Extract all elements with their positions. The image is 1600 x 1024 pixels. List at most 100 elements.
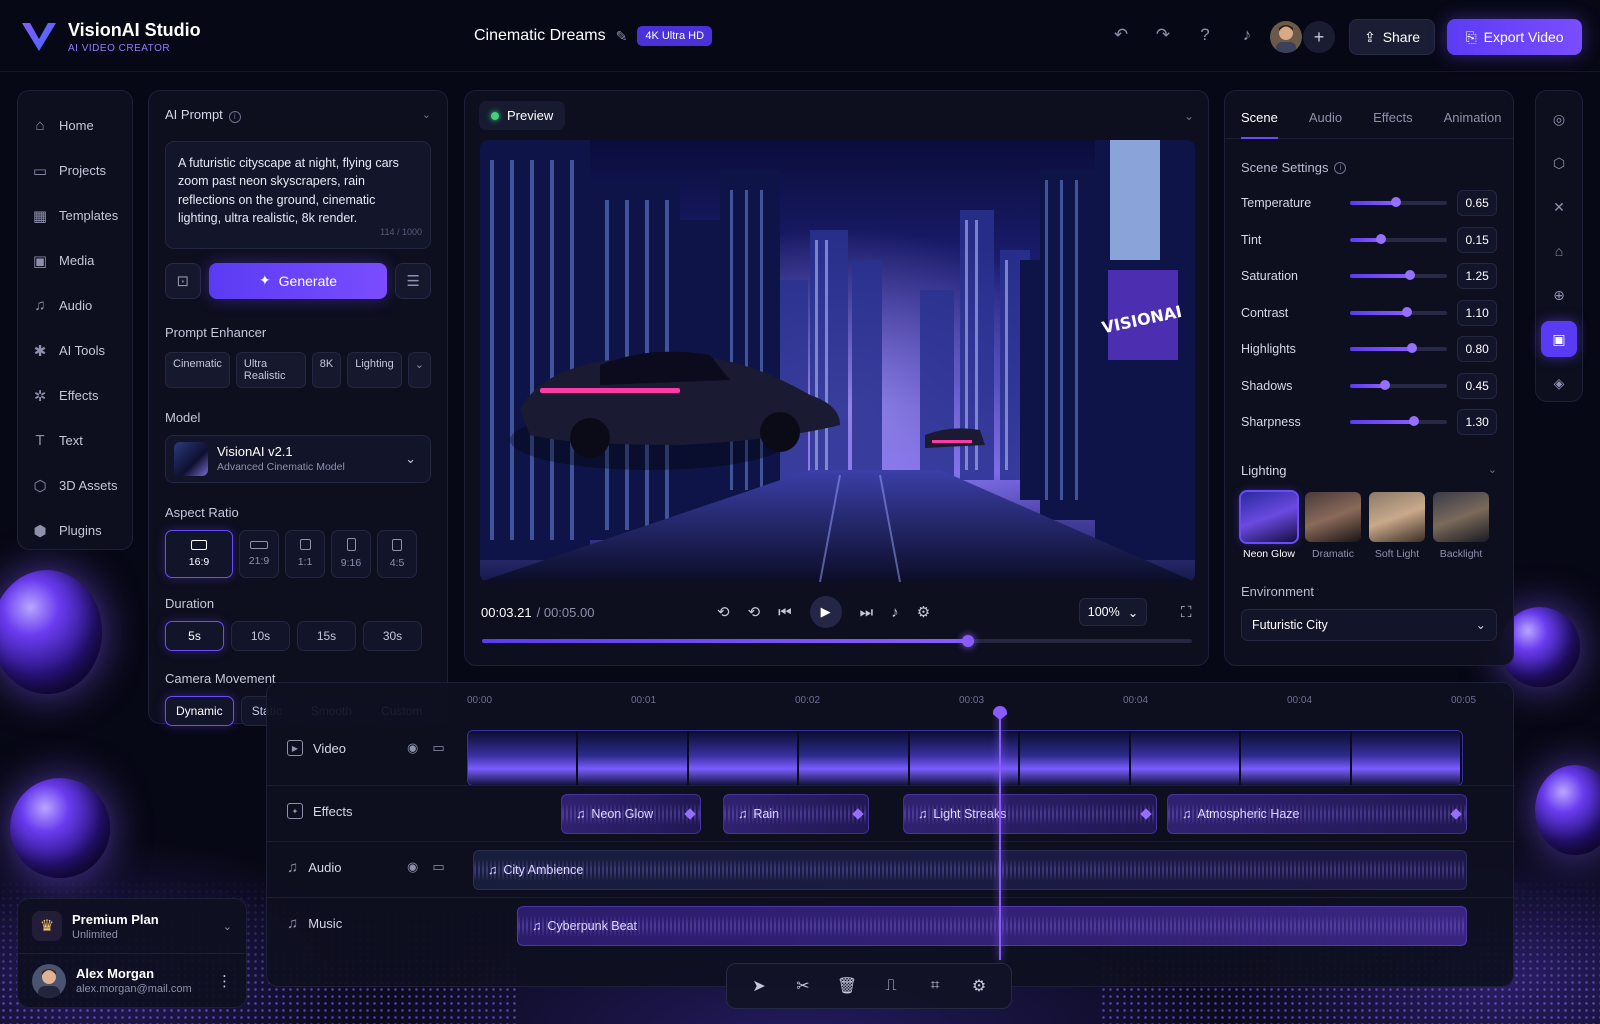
crop-icon[interactable]: ⌗ — [921, 977, 949, 995]
slider-handle[interactable] — [1402, 306, 1413, 317]
lighting-preset[interactable]: Backlight — [1433, 491, 1489, 560]
slider-handle[interactable] — [1376, 233, 1387, 244]
enhancer-chip[interactable]: Cinematic — [165, 351, 230, 388]
duration-option[interactable]: 15s — [297, 620, 356, 651]
video-clip[interactable] — [467, 730, 1463, 786]
transform-tool-icon[interactable]: ✕ — [1541, 189, 1577, 225]
lock-tool-icon[interactable]: ⌂ — [1541, 233, 1577, 269]
sidebar-item-projects[interactable]: ▭ Projects — [18, 148, 132, 193]
playback-progress[interactable] — [482, 635, 1192, 647]
play-button[interactable]: ▶ — [809, 596, 842, 628]
lock-icon[interactable]: ▭ — [432, 859, 444, 875]
music-clip[interactable]: ♫Cyberpunk Beat — [517, 906, 1467, 946]
select-cursor-icon[interactable]: ➤ — [745, 976, 773, 996]
camera-tool-icon[interactable]: ◎ — [1541, 101, 1577, 137]
chevron-down-icon[interactable]: ⌄ — [223, 920, 232, 933]
redo-icon[interactable]: ↷ — [1152, 24, 1174, 46]
bell-icon[interactable]: ♪ — [1236, 24, 1258, 46]
split-icon[interactable]: ⎍ — [877, 977, 905, 995]
duration-option[interactable]: 10s — [231, 620, 290, 651]
export-video-button[interactable]: ⎘ Export Video — [1447, 19, 1582, 55]
slider-track[interactable] — [1350, 379, 1448, 390]
scissors-icon[interactable]: ✂ — [789, 976, 817, 996]
lighting-preset[interactable]: Neon Glow — [1239, 489, 1299, 560]
effect-clip[interactable]: ♫Atmospheric Haze — [1167, 794, 1467, 834]
video-preview[interactable]: VISIONAI — [480, 140, 1195, 582]
shield-tool-icon[interactable]: ⬡ — [1541, 145, 1577, 181]
app-logo[interactable]: VisionAI Studio AI VIDEO CREATOR — [20, 20, 201, 54]
slider-value-input[interactable]: 0.80 — [1457, 336, 1497, 363]
slider-handle[interactable] — [1390, 197, 1401, 208]
sidebar-item-home[interactable]: ⌂ Home — [18, 103, 132, 148]
sidebar-item-plugins[interactable]: ⬢ Plugins — [18, 508, 132, 553]
collapse-chevron-icon[interactable]: ⌄ — [1184, 109, 1194, 123]
enhancer-chip[interactable]: 8K — [311, 351, 342, 388]
slider-value-input[interactable]: 1.10 — [1457, 299, 1497, 326]
share-button[interactable]: ⇪ Share — [1349, 19, 1435, 55]
chevron-down-icon[interactable]: ⌄ — [407, 351, 431, 388]
rewind-icon[interactable]: ⟲ — [748, 603, 761, 621]
model-select[interactable]: VisionAI v2.1 Advanced Cinematic Model ⌄ — [165, 434, 431, 483]
camera-option[interactable]: Dynamic — [165, 695, 234, 726]
sidebar-item-media[interactable]: ▣ Media — [18, 238, 132, 283]
aspect-ratio-option[interactable]: 4:5 — [377, 529, 417, 578]
sidebar-item-ai-tools[interactable]: ✱ AI Tools — [18, 328, 132, 373]
tab-audio[interactable]: Audio — [1309, 110, 1342, 138]
edit-icon[interactable]: ✎ — [616, 28, 628, 45]
aspect-ratio-option[interactable]: 16:9 — [165, 529, 233, 578]
enhancer-chip[interactable]: Ultra Realistic — [235, 351, 306, 388]
audio-clip[interactable]: ♫City Ambience — [473, 850, 1467, 890]
effect-clip[interactable]: ♫Neon Glow — [561, 794, 701, 834]
target-tool-icon[interactable]: ⊕ — [1541, 277, 1577, 313]
timeline-ruler[interactable]: 00:00 00:01 00:02 00:03 00:04 00:04 00:05 — [467, 693, 1497, 713]
info-icon[interactable]: i — [1334, 161, 1347, 174]
prompt-textarea[interactable]: A futuristic cityscape at night, flying … — [165, 140, 431, 249]
enhancer-chip[interactable]: Lighting — [347, 351, 402, 388]
skip-forward-icon[interactable]: ⏭ — [860, 604, 874, 621]
slider-track[interactable] — [1350, 233, 1448, 244]
slider-value-input[interactable]: 0.15 — [1457, 226, 1497, 253]
duration-option[interactable]: 5s — [165, 620, 224, 651]
lock-icon[interactable]: ▭ — [432, 740, 444, 756]
plan-row[interactable]: ♛ Premium Plan Unlimited ⌄ — [18, 899, 246, 953]
zoom-select[interactable]: 100% ⌄ — [1079, 598, 1147, 626]
progress-handle[interactable] — [962, 635, 975, 647]
slider-value-input[interactable]: 1.25 — [1457, 263, 1497, 290]
tab-effects[interactable]: Effects — [1373, 110, 1413, 138]
lighting-preset[interactable]: Dramatic — [1305, 491, 1361, 560]
slider-value-input[interactable]: 0.45 — [1457, 372, 1497, 399]
trash-icon[interactable]: 🗑 — [833, 976, 861, 996]
slider-track[interactable] — [1350, 343, 1448, 354]
playhead[interactable] — [999, 710, 1001, 960]
scene-tool-icon[interactable]: ▣ — [1541, 321, 1577, 357]
image-upload-button[interactable]: ⊡ — [165, 262, 201, 299]
slider-handle[interactable] — [1409, 416, 1420, 427]
slider-track[interactable] — [1350, 197, 1448, 208]
volume-icon[interactable]: ♪ — [891, 604, 899, 621]
info-icon[interactable]: i — [228, 110, 241, 123]
eye-icon[interactable]: ◉ — [407, 740, 418, 756]
tab-animation[interactable]: Animation — [1444, 110, 1502, 138]
sidebar-item-effects[interactable]: ✲ Effects — [18, 373, 132, 418]
sidebar-item-audio[interactable]: ♫ Audio — [18, 283, 132, 328]
user-row[interactable]: Alex Morgan alex.morgan@mail.com ⋮ — [18, 953, 246, 1007]
slider-track[interactable] — [1350, 306, 1448, 317]
settings-sliders-button[interactable]: ☰ — [395, 262, 431, 299]
slider-value-input[interactable]: 0.65 — [1457, 190, 1497, 217]
loop-icon[interactable]: ⟲ — [717, 603, 730, 621]
slider-handle[interactable] — [1405, 270, 1416, 281]
sidebar-item-templates[interactable]: ▦ Templates — [18, 193, 132, 238]
effect-clip[interactable]: ♫Rain — [723, 794, 869, 834]
adjust-icon[interactable]: ⚙ — [965, 976, 993, 996]
help-icon[interactable]: ? — [1194, 24, 1216, 46]
collaborator-avatar[interactable] — [1270, 21, 1302, 53]
slider-value-input[interactable]: 1.30 — [1457, 409, 1497, 436]
slider-handle[interactable] — [1407, 343, 1418, 354]
eye-icon[interactable]: ◉ — [407, 859, 418, 875]
aspect-ratio-option[interactable]: 9:16 — [331, 529, 371, 578]
slider-handle[interactable] — [1380, 379, 1391, 390]
lighting-preset[interactable]: Soft Light — [1369, 491, 1425, 560]
slider-track[interactable] — [1350, 270, 1448, 281]
layers-tool-icon[interactable]: ◈ — [1541, 365, 1577, 401]
add-collaborator-button[interactable]: + — [1303, 21, 1335, 53]
